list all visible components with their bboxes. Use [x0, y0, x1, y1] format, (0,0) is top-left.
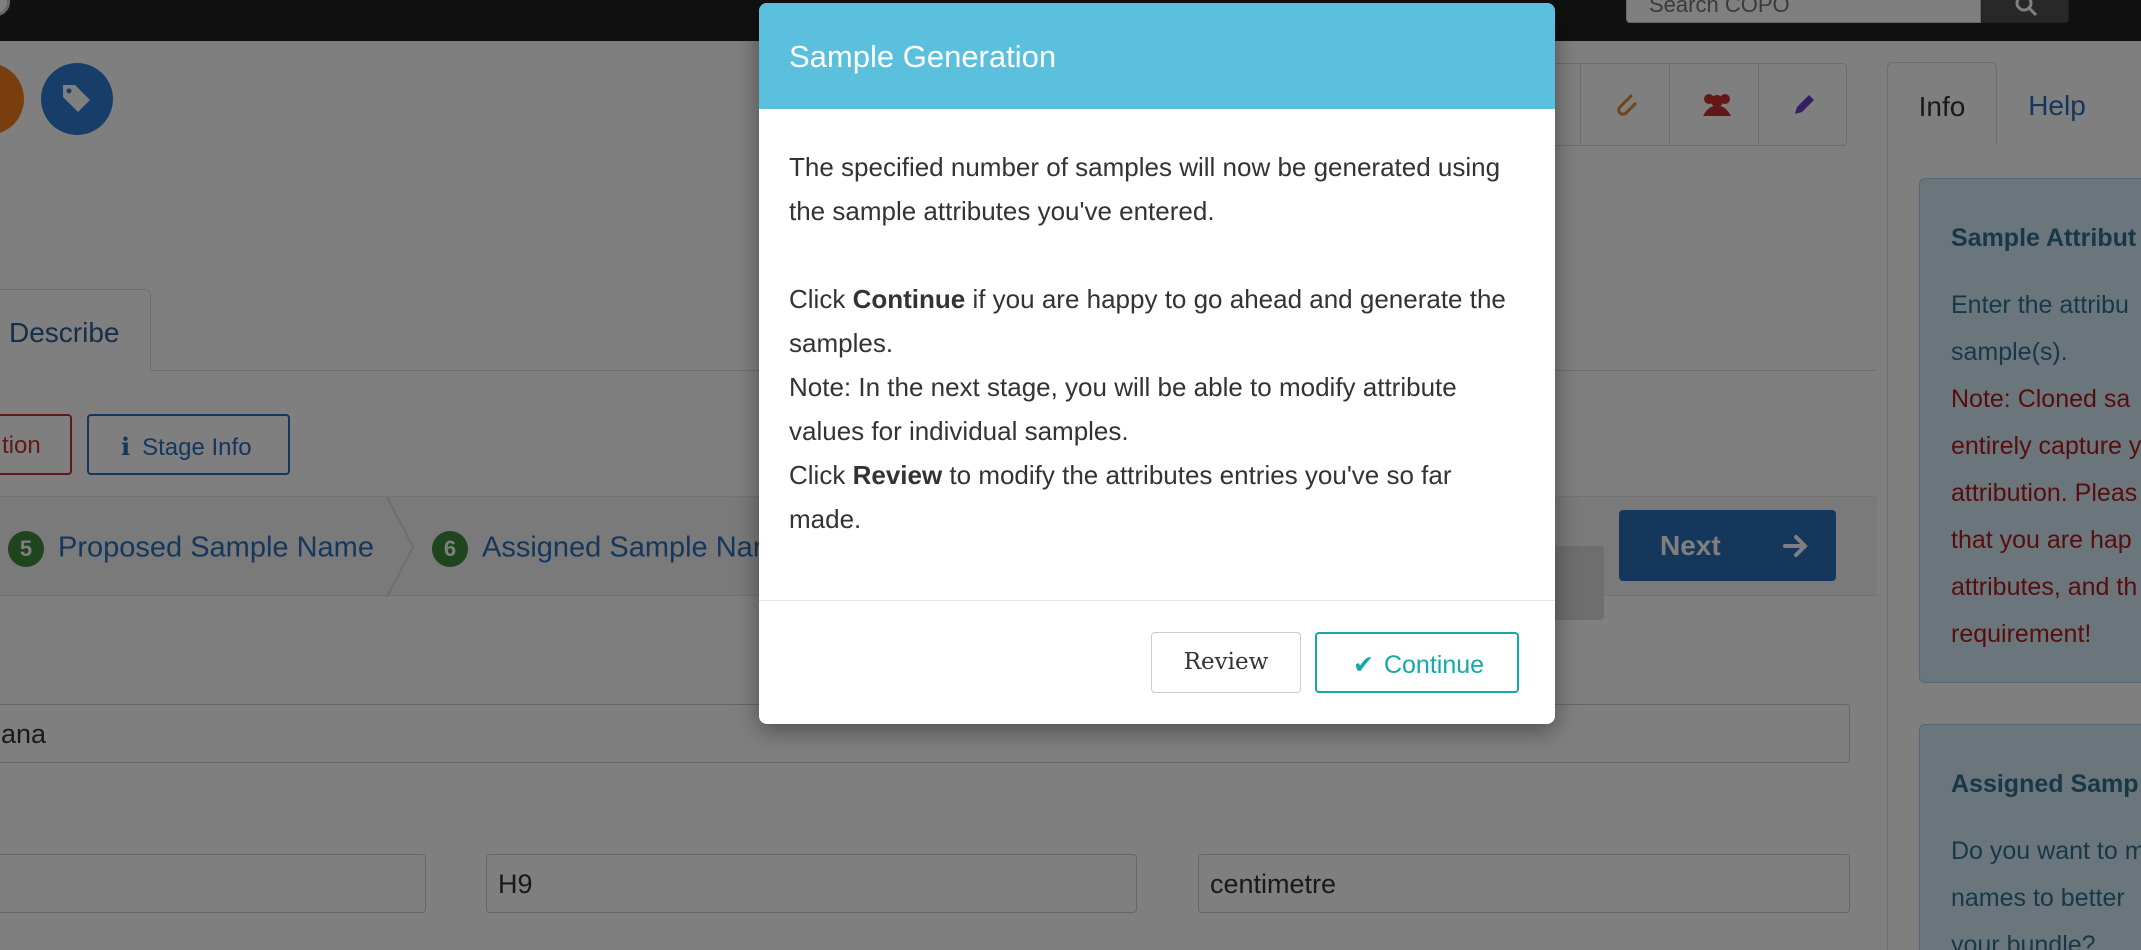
dialog-text-line: values for individual samples. — [789, 416, 1129, 446]
review-emphasis: Review — [852, 460, 943, 490]
continue-emphasis: Continue — [852, 284, 966, 314]
dialog-text-line: samples. — [789, 328, 894, 358]
dialog-text-line: Click Continue if you are happy to go ah… — [789, 284, 1506, 314]
dialog-text-line: made. — [789, 504, 862, 534]
dialog-footer: Review ✔ Continue — [759, 600, 1555, 724]
check-icon: ✔ — [1353, 651, 1374, 679]
dialog-body: The specified number of samples will now… — [759, 109, 1555, 541]
continue-label: Continue — [1383, 651, 1485, 679]
dialog-title: Sample Generation — [759, 3, 1555, 109]
review-button[interactable]: Review — [1151, 632, 1301, 693]
dialog-text-line: Note: In the next stage, you will be abl… — [789, 372, 1457, 402]
dialog-text-line: the sample attributes you've entered. — [789, 196, 1215, 226]
continue-button[interactable]: ✔ Continue — [1315, 632, 1519, 693]
dialog-text-line: The specified number of samples will now… — [789, 152, 1501, 182]
dialog-text-line: Click Review to modify the attributes en… — [789, 460, 1452, 490]
sample-generation-dialog: Sample Generation The specified number o… — [759, 3, 1555, 724]
